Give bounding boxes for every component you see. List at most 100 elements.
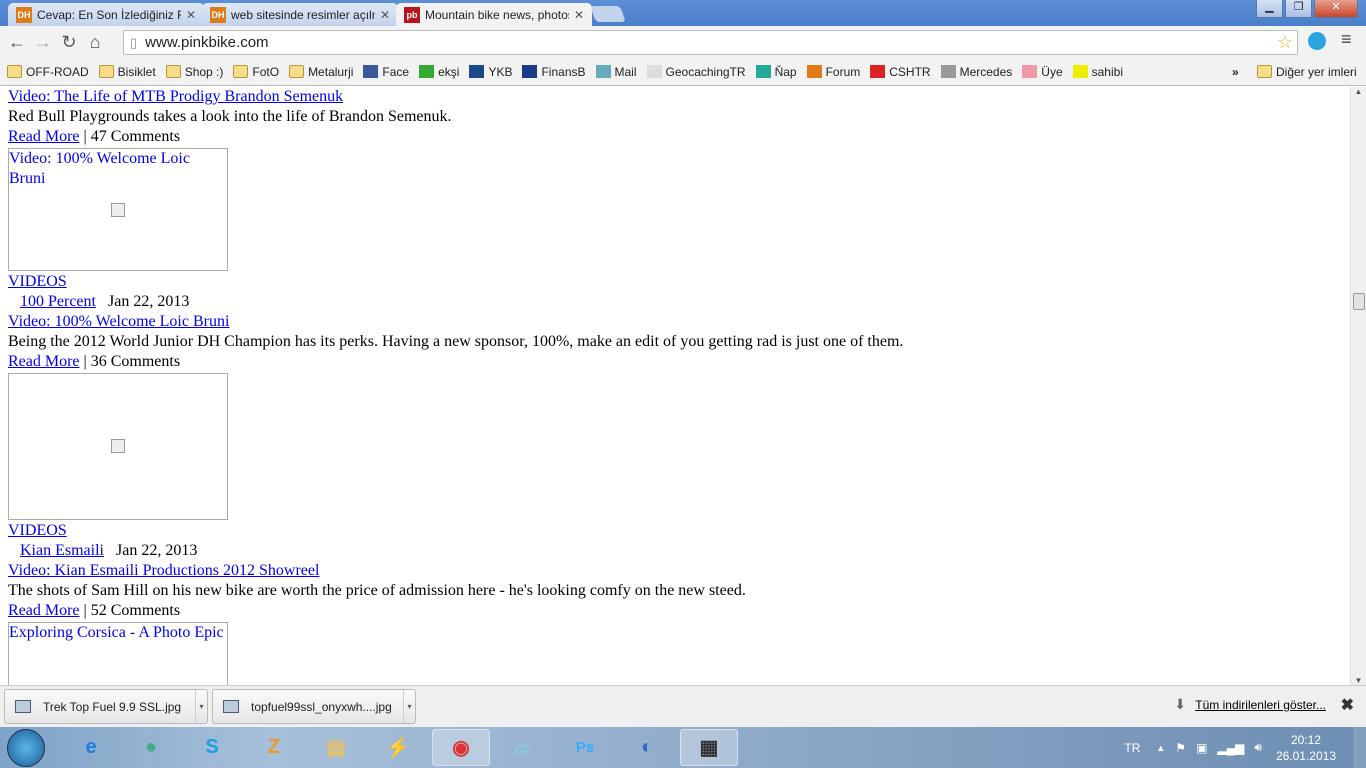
bookmark-ekşi[interactable]: ekşi bbox=[419, 65, 459, 79]
tab-cevap[interactable]: DHCevap: En Son İzlediğiniz Film✕ bbox=[8, 3, 204, 26]
bookmark-finansb[interactable]: FinansB bbox=[522, 65, 586, 79]
clock[interactable]: 20:12 26.01.2013 bbox=[1276, 732, 1336, 764]
explorer-folder-icon[interactable]: ▤ bbox=[307, 729, 365, 766]
show-hidden-icons-icon[interactable]: ▲ bbox=[1156, 743, 1165, 753]
article-description: The shots of Sam Hill on his new bike ar… bbox=[8, 582, 746, 599]
google-earth-icon[interactable]: ◐ bbox=[618, 729, 676, 766]
bookmark-foto[interactable]: FotO bbox=[233, 65, 279, 79]
bookmark-shop-[interactable]: Shop :) bbox=[165, 65, 223, 79]
bookmark-forum[interactable]: Forum bbox=[806, 65, 860, 79]
tab-pinkbike[interactable]: pb Mountain bike news, photos ✕ bbox=[396, 3, 592, 27]
tab-strip: DHCevap: En Son İzlediğiniz Film✕ DHweb … bbox=[0, 0, 1366, 27]
article-image[interactable]: Video: 100% Welcome Loic Bruni bbox=[8, 148, 228, 271]
forward-icon[interactable]: → bbox=[30, 32, 56, 53]
messenger-icon[interactable]: ● bbox=[122, 729, 180, 766]
bookmark-ykb[interactable]: YKB bbox=[469, 65, 512, 79]
page-content: Video: The Life of MTB Prodigy Brandon S… bbox=[0, 87, 1350, 685]
restore-button[interactable]: ❐ bbox=[1285, 0, 1312, 18]
minimize-button[interactable]: ▁ bbox=[1256, 0, 1283, 18]
address-bar[interactable]: ▯ www.pinkbike.com ☆ bbox=[123, 30, 1298, 55]
bookmark-bisiklet[interactable]: Bisiklet bbox=[98, 65, 156, 79]
close-window-button[interactable]: ✕ bbox=[1314, 0, 1358, 18]
notepad-icon[interactable]: ▱ bbox=[493, 729, 551, 766]
article-image[interactable]: Exploring Corsica - A Photo Epic bbox=[8, 622, 228, 685]
download-menu-arrow[interactable]: ▾ bbox=[195, 690, 207, 723]
action-center-flag-icon[interactable]: ⚑ bbox=[1175, 741, 1186, 755]
taskbar: e ● S Z ▤ ⚡ ◉ ▱ Ps ◐ ▦ TR ▲ ⚑ ▣ ▂▄▆ 🔊︎ 2… bbox=[0, 727, 1366, 768]
more-bookmarks-chevron[interactable]: » bbox=[1232, 65, 1239, 79]
close-tab-icon[interactable]: ✕ bbox=[186, 8, 196, 22]
chrome-icon[interactable]: ◉ bbox=[432, 729, 490, 766]
bookmark-face[interactable]: Face bbox=[363, 65, 409, 79]
read-more-link[interactable]: Read More bbox=[8, 128, 80, 145]
folder-icon bbox=[1257, 65, 1272, 78]
article-title-link[interactable]: Video: 100% Welcome Loic Bruni bbox=[8, 313, 229, 330]
vertical-scrollbar[interactable]: ▲ ▼ bbox=[1350, 87, 1366, 685]
photoshop-icon[interactable]: Ps bbox=[556, 729, 614, 766]
reload-icon[interactable]: ↻ bbox=[56, 32, 82, 53]
user-icon bbox=[1022, 65, 1038, 78]
dh-icon bbox=[806, 65, 822, 78]
star-icon[interactable]: ☆ bbox=[1277, 32, 1293, 53]
volume-icon[interactable]: 🔊︎ bbox=[1254, 740, 1262, 755]
show-desktop-button[interactable] bbox=[1354, 727, 1366, 768]
drop-icon bbox=[419, 65, 435, 78]
winamp-icon[interactable]: ⚡ bbox=[369, 729, 427, 766]
tab-web-sitesinde[interactable]: DHweb sitesinde resimler açılmıyor✕ bbox=[202, 3, 398, 26]
author-link[interactable]: Kian Esmaili bbox=[20, 542, 104, 559]
start-button[interactable] bbox=[7, 729, 45, 767]
article-image[interactable] bbox=[8, 373, 228, 520]
pinkbike-favicon-icon: pb bbox=[404, 7, 420, 23]
bookmark-mail[interactable]: Mail bbox=[595, 65, 637, 79]
bookmark-cshtr[interactable]: CSHTR bbox=[870, 65, 931, 79]
skype-icon[interactable]: S bbox=[183, 729, 241, 766]
skype-extension-icon[interactable] bbox=[1308, 32, 1326, 50]
comments-count: 52 Comments bbox=[90, 602, 181, 619]
filezilla-icon[interactable]: Z bbox=[245, 729, 303, 766]
broken-image-icon bbox=[111, 439, 125, 453]
new-tab-button[interactable] bbox=[590, 6, 626, 22]
internet-explorer-icon[interactable]: e bbox=[62, 729, 120, 766]
s-icon bbox=[1072, 65, 1088, 78]
bookmark-mercedes[interactable]: Mercedes bbox=[940, 65, 1012, 79]
bookmark-geocachingtr[interactable]: GeocachingTR bbox=[646, 65, 746, 79]
article-title-link[interactable]: Video: The Life of MTB Prodigy Brandon S… bbox=[8, 88, 343, 105]
close-downloads-bar-icon[interactable]: ✖ bbox=[1341, 695, 1354, 715]
download-menu-arrow[interactable]: ▾ bbox=[403, 690, 415, 723]
download-item[interactable]: topfuel99ssl_onyxwh....jpg ▾ bbox=[212, 689, 416, 724]
read-more-link[interactable]: Read More bbox=[8, 602, 80, 619]
image-file-icon bbox=[15, 700, 31, 713]
image-file-icon bbox=[223, 700, 239, 713]
bookmark-üye[interactable]: Üye bbox=[1022, 65, 1063, 79]
comments-count: 36 Comments bbox=[90, 353, 181, 370]
close-tab-icon[interactable]: ✕ bbox=[380, 8, 390, 22]
system-tray: TR ▲ ⚑ ▣ ▂▄▆ 🔊︎ 20:12 26.01.2013 bbox=[1124, 727, 1366, 768]
ykb-icon bbox=[469, 65, 485, 78]
bookmark--ap[interactable]: Ňap bbox=[755, 65, 797, 79]
back-icon[interactable]: ← bbox=[4, 32, 30, 53]
scroll-up-arrow[interactable]: ▲ bbox=[1351, 87, 1366, 96]
close-tab-icon[interactable]: ✕ bbox=[574, 8, 584, 22]
bookmark-off-road[interactable]: OFF-ROAD bbox=[7, 65, 89, 79]
other-bookmarks[interactable]: Diğer yer imleri bbox=[1257, 65, 1357, 79]
network-signal-icon[interactable]: ▂▄▆ bbox=[1217, 741, 1244, 755]
news-app-icon[interactable]: ▦ bbox=[680, 729, 738, 766]
bookmark-sahibi[interactable]: sahibi bbox=[1072, 65, 1123, 79]
scroll-down-arrow[interactable]: ▼ bbox=[1351, 676, 1366, 685]
menu-icon[interactable]: ≡ bbox=[1341, 29, 1352, 50]
read-more-link[interactable]: Read More bbox=[8, 353, 80, 370]
category-link[interactable]: VIDEOS bbox=[8, 522, 67, 539]
home-icon[interactable]: ⌂ bbox=[82, 32, 108, 53]
language-indicator[interactable]: TR bbox=[1124, 741, 1140, 755]
bookmark-metalurji[interactable]: Metalurji bbox=[289, 65, 353, 79]
power-icon[interactable]: ▣ bbox=[1196, 741, 1207, 755]
scrollbar-thumb[interactable] bbox=[1353, 293, 1365, 310]
mercedes-icon bbox=[940, 65, 956, 78]
folder-icon bbox=[98, 65, 114, 78]
toolbar: ← → ↻ ⌂ ▯ www.pinkbike.com ☆ ≡ bbox=[0, 26, 1366, 58]
article-title-link[interactable]: Video: Kian Esmaili Productions 2012 Sho… bbox=[8, 562, 319, 579]
author-link[interactable]: 100 Percent bbox=[20, 293, 96, 310]
category-link[interactable]: VIDEOS bbox=[8, 273, 67, 290]
show-all-downloads-link[interactable]: Tüm indirilenleri göster... bbox=[1195, 698, 1326, 712]
download-item[interactable]: Trek Top Fuel 9.9 SSL.jpg ▾ bbox=[4, 689, 208, 724]
